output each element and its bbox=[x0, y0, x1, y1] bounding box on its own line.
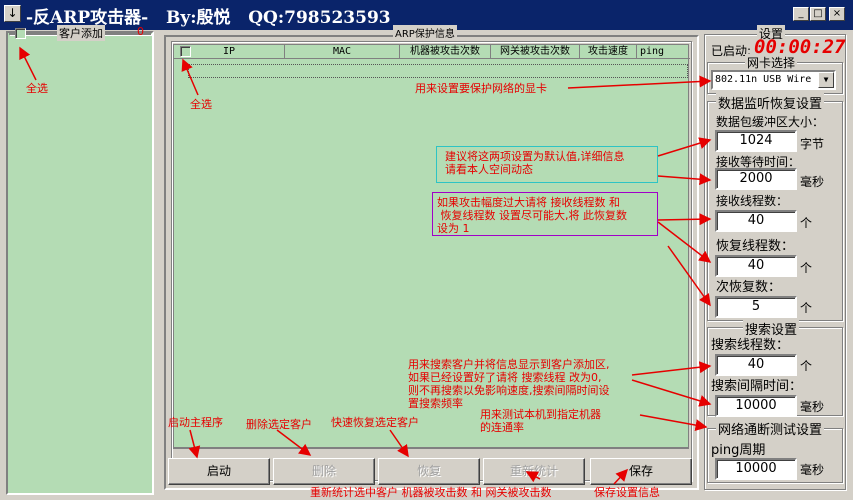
delete-button[interactable]: 删除 bbox=[273, 458, 375, 485]
annotation-start: 启动主程序 bbox=[168, 416, 223, 429]
search-threads-input[interactable]: 40 bbox=[715, 354, 797, 376]
start-button[interactable]: 启动 bbox=[168, 458, 270, 485]
buffer-unit: 字节 bbox=[800, 137, 825, 151]
arp-list-header: IP MAC 机器被攻击次数 网关被攻击次数 攻击速度 ping bbox=[174, 45, 690, 59]
wait-unit: 毫秒 bbox=[800, 175, 825, 189]
ping-period-input[interactable]: 10000 bbox=[715, 458, 797, 480]
recover-times-unit: 个 bbox=[800, 301, 813, 315]
client-panel-title: 客户添加 bbox=[57, 25, 105, 41]
annotation-default: 建议将这两项设置为默认值,详细信息 请看本人空间动态 bbox=[445, 150, 625, 176]
wait-time-input[interactable]: 2000 bbox=[715, 168, 797, 190]
annotation-save: 保存设置信息 bbox=[594, 486, 660, 499]
recover-times-input[interactable]: 5 bbox=[715, 296, 797, 318]
maximize-button[interactable]: □ bbox=[810, 7, 826, 21]
column-ping[interactable]: ping bbox=[637, 45, 667, 59]
arp-select-all-checkbox[interactable] bbox=[180, 46, 191, 57]
search-threads-unit: 个 bbox=[800, 359, 813, 373]
column-attack-speed[interactable]: 攻击速度 bbox=[580, 45, 637, 59]
recover-threads-input[interactable]: 40 bbox=[715, 255, 797, 277]
recover-threads-unit: 个 bbox=[800, 261, 813, 275]
annotation-threads: 如果攻击幅度过大请将 接收线程数 和 恢复线程数 设置尽可能大,将 此恢复数 设… bbox=[437, 196, 627, 235]
annotation-select-all-main: 全选 bbox=[190, 98, 212, 111]
annotation-recover: 快速恢复选定客户 bbox=[331, 416, 419, 429]
annotation-ping: 用来测试本机到指定机器 的连通率 bbox=[480, 408, 601, 434]
search-interval-input[interactable]: 10000 bbox=[715, 395, 797, 417]
ping-unit: 毫秒 bbox=[800, 463, 825, 477]
nic-title: 网卡选择 bbox=[745, 54, 798, 71]
recv-threads-label: 接收线程数： bbox=[716, 194, 789, 208]
annotation-nic: 用来设置要保护网络的显卡 bbox=[415, 82, 547, 95]
buffer-size-input[interactable]: 1024 bbox=[715, 130, 797, 152]
column-gateway-attacks[interactable]: 网关被攻击次数 bbox=[491, 45, 580, 59]
recount-button[interactable]: 重新统计 bbox=[483, 458, 585, 485]
search-interval-label: 搜索间隔时间： bbox=[711, 379, 803, 394]
column-machine-attacks[interactable]: 机器被攻击次数 bbox=[400, 45, 491, 59]
recover-button[interactable]: 恢复 bbox=[378, 458, 480, 485]
client-list[interactable] bbox=[8, 33, 152, 493]
annotation-select-all-left: 全选 bbox=[26, 82, 48, 95]
arp-panel-title: ARP保护信息 bbox=[393, 25, 457, 40]
divider bbox=[173, 448, 689, 449]
arp-list-focus-row[interactable] bbox=[188, 64, 688, 78]
column-mac[interactable]: MAC bbox=[285, 45, 400, 59]
recover-threads-label: 恢复线程数： bbox=[716, 239, 795, 254]
arp-panel-frame: IP MAC 机器被攻击次数 网关被攻击次数 攻击速度 ping bbox=[164, 35, 699, 490]
save-button[interactable]: 保存 bbox=[590, 458, 692, 485]
close-button[interactable]: × bbox=[829, 7, 845, 21]
client-count: 0 bbox=[137, 25, 144, 38]
system-menu-button[interactable]: ↓ bbox=[4, 5, 21, 22]
annotation-delete: 删除选定客户 bbox=[246, 418, 312, 431]
annotation-search: 用来搜索客户并将信息显示到客户添加区, 如果已经设置好了请将 搜索线程 改为0,… bbox=[408, 358, 610, 410]
recv-threads-unit: 个 bbox=[800, 216, 813, 230]
nic-select[interactable]: 802.11n USB Wire ▼ bbox=[711, 70, 836, 90]
annotation-recount: 重新统计选中客户 机器被攻击数 和 网关被攻击数 bbox=[310, 486, 552, 499]
net-test-title: 网络通断测试设置 bbox=[716, 419, 825, 438]
recover-times-label: 次恢复数： bbox=[716, 280, 782, 295]
buffer-label: 数据包缓冲区大小： bbox=[716, 115, 825, 129]
client-select-all-checkbox[interactable] bbox=[15, 28, 26, 39]
chevron-down-icon[interactable]: ▼ bbox=[818, 72, 834, 88]
recovery-title: 数据监听恢复设置 bbox=[716, 93, 825, 112]
nic-select-value: 802.11n USB Wire bbox=[715, 74, 812, 85]
recv-threads-input[interactable]: 40 bbox=[715, 210, 797, 232]
minimize-button[interactable]: _ bbox=[793, 7, 809, 21]
search-interval-unit: 毫秒 bbox=[800, 400, 825, 414]
search-threads-label: 搜索线程数： bbox=[711, 338, 790, 353]
ping-label: ping周期 bbox=[711, 443, 766, 458]
client-panel-frame bbox=[6, 31, 154, 495]
